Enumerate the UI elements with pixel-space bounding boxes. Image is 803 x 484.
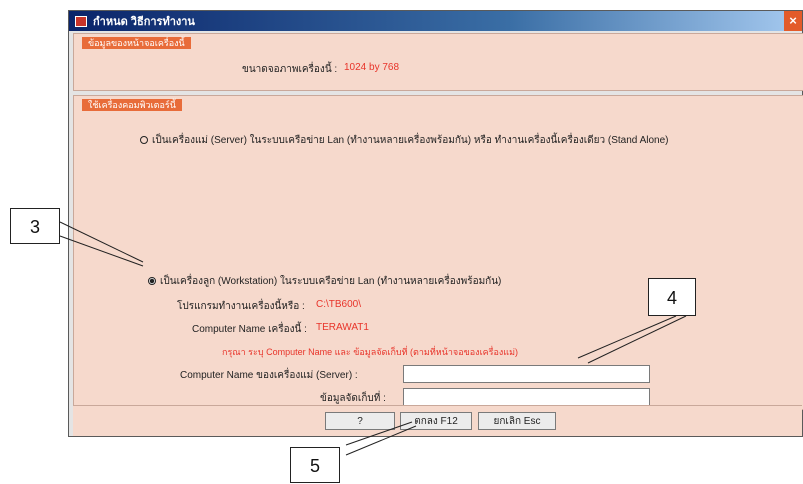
callout-5: 5 <box>290 447 340 483</box>
callout-5-line-b <box>345 425 417 456</box>
callout-lines <box>59 221 687 456</box>
callout-4: 4 <box>648 278 696 316</box>
callout-3-line-b <box>59 235 144 267</box>
callout-4-line-b <box>577 315 677 359</box>
callout-3: 3 <box>10 208 60 244</box>
callout-4-line <box>587 315 687 364</box>
callout-3-line <box>59 221 144 263</box>
